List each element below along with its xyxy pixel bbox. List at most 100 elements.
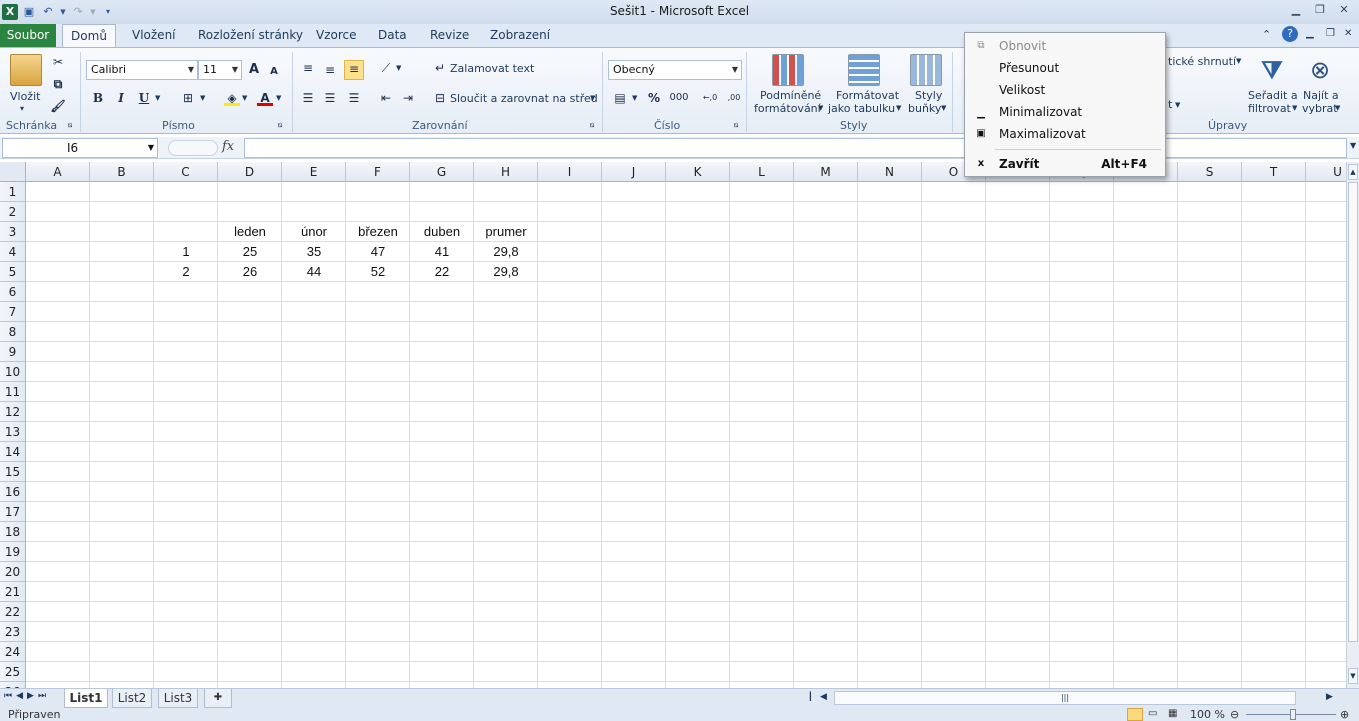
number-format-select[interactable]: Obecný ▼ bbox=[608, 60, 742, 80]
borders-dropdown-icon[interactable]: ▼ bbox=[200, 94, 205, 102]
column-header-n[interactable]: N bbox=[858, 162, 922, 182]
conditional-formatting-dropdown-icon[interactable]: ▼ bbox=[818, 104, 823, 112]
number-launcher-icon[interactable]: ⧅ bbox=[734, 121, 738, 130]
row-header-13[interactable]: 13 bbox=[0, 422, 26, 442]
font-color-dropdown-icon[interactable]: ▼ bbox=[276, 94, 281, 102]
column-header-a[interactable]: A bbox=[26, 162, 90, 182]
column-header-h[interactable]: H bbox=[474, 162, 538, 182]
page-break-view-icon[interactable]: ▦ bbox=[1168, 708, 1177, 719]
column-header-u[interactable]: U bbox=[1306, 162, 1346, 182]
paste-icon[interactable] bbox=[10, 54, 42, 86]
vertical-scrollbar[interactable]: ▲ ▼ bbox=[1346, 162, 1359, 688]
cell-h4[interactable]: 29,8 bbox=[474, 242, 538, 262]
zoom-in-icon[interactable]: ⊕ bbox=[1340, 708, 1349, 721]
cell-f4[interactable]: 47 bbox=[346, 242, 410, 262]
bold-button[interactable]: B bbox=[90, 90, 106, 106]
close-window-button[interactable]: ✕ bbox=[1333, 1, 1355, 19]
tab-home[interactable]: Domů bbox=[62, 24, 116, 48]
currency-dropdown-icon[interactable]: ▼ bbox=[632, 94, 637, 102]
scroll-up-icon[interactable]: ▲ bbox=[1348, 164, 1358, 180]
align-center-icon[interactable]: ☰ bbox=[322, 90, 338, 106]
menu-item-maximize[interactable]: ▣ Maximalizovat bbox=[965, 123, 1165, 145]
cell-g4[interactable]: 41 bbox=[410, 242, 474, 262]
row-header-19[interactable]: 19 bbox=[0, 542, 26, 562]
align-top-icon[interactable]: ≡ bbox=[300, 60, 316, 76]
row-header-8[interactable]: 8 bbox=[0, 322, 26, 342]
find-select-icon[interactable]: ⊗ bbox=[1304, 54, 1336, 86]
cut-icon[interactable]: ✂ bbox=[50, 54, 66, 70]
underline-dropdown-icon[interactable]: ▼ bbox=[155, 94, 160, 102]
column-header-f[interactable]: F bbox=[346, 162, 410, 182]
column-header-i[interactable]: I bbox=[538, 162, 602, 182]
tab-view[interactable]: Zobrazení bbox=[490, 28, 550, 42]
cell-d5[interactable]: 26 bbox=[218, 262, 282, 282]
zoom-slider-thumb[interactable] bbox=[1290, 709, 1296, 720]
thousands-button[interactable]: 000 bbox=[668, 90, 690, 106]
orientation-icon[interactable]: ⟋ bbox=[378, 60, 394, 76]
cell-e4[interactable]: 35 bbox=[282, 242, 346, 262]
borders-icon[interactable]: ⊞ bbox=[180, 90, 196, 106]
merge-center-icon[interactable]: ⊟ bbox=[432, 90, 448, 106]
scroll-left-icon[interactable]: ◀ bbox=[820, 692, 827, 702]
cell-g5[interactable]: 22 bbox=[410, 262, 474, 282]
clear-dropdown-icon[interactable]: ▼ bbox=[1175, 101, 1180, 109]
shrink-font-icon[interactable]: A bbox=[266, 64, 282, 80]
font-launcher-icon[interactable]: ⧅ bbox=[278, 121, 282, 130]
formula-bar-grip[interactable] bbox=[168, 140, 218, 156]
wrap-text-icon[interactable]: ↵ bbox=[432, 60, 448, 76]
row-header-22[interactable]: 22 bbox=[0, 602, 26, 622]
menu-item-restore[interactable]: ⧉ Obnovit bbox=[965, 35, 1165, 57]
format-as-table-icon[interactable] bbox=[848, 54, 880, 86]
name-box-dropdown-icon[interactable]: ▼ bbox=[148, 139, 154, 157]
row-header-3[interactable]: 3 bbox=[0, 222, 26, 242]
paste-dropdown-icon[interactable]: ▾ bbox=[20, 104, 24, 113]
row-header-16[interactable]: 16 bbox=[0, 482, 26, 502]
column-header-s[interactable]: S bbox=[1178, 162, 1242, 182]
scroll-down-icon[interactable]: ▼ bbox=[1348, 668, 1358, 684]
name-box[interactable]: I6 ▼ bbox=[2, 138, 158, 158]
font-name-select[interactable]: Calibri ▼ bbox=[86, 60, 198, 80]
cell-styles-label-1[interactable]: Styly bbox=[915, 89, 942, 102]
sheet-tab-list1[interactable]: List1 bbox=[64, 689, 108, 708]
row-header-7[interactable]: 7 bbox=[0, 302, 26, 322]
autosum-button[interactable]: tické shrnutí bbox=[1168, 55, 1236, 68]
row-header-15[interactable]: 15 bbox=[0, 462, 26, 482]
vertical-scroll-thumb[interactable] bbox=[1348, 182, 1358, 642]
fill-color-icon[interactable]: ◈ bbox=[224, 90, 240, 106]
italic-button[interactable]: I bbox=[113, 90, 129, 106]
align-right-icon[interactable]: ☰ bbox=[346, 90, 362, 106]
row-header-12[interactable]: 12 bbox=[0, 402, 26, 422]
scroll-right-icon[interactable]: ▶ bbox=[1326, 692, 1333, 702]
decrease-decimal-button[interactable]: ,00 bbox=[724, 90, 744, 106]
normal-view-icon[interactable] bbox=[1127, 708, 1143, 721]
decrease-indent-icon[interactable]: ⇤ bbox=[378, 90, 394, 106]
formula-input[interactable] bbox=[244, 138, 1347, 158]
tab-formulas[interactable]: Vzorce bbox=[316, 28, 357, 42]
horizontal-scroll-thumb[interactable]: ||| bbox=[834, 691, 1296, 705]
restore-window-button[interactable]: ❐ bbox=[1309, 1, 1331, 19]
format-as-table-label-1[interactable]: Formátovat bbox=[836, 89, 899, 102]
row-header-4[interactable]: 4 bbox=[0, 242, 26, 262]
merge-dropdown-icon[interactable]: ▼ bbox=[590, 94, 595, 102]
sheet-tab-list3[interactable]: List3 bbox=[158, 689, 198, 708]
sort-filter-dropdown-icon[interactable]: ▼ bbox=[1292, 104, 1297, 112]
workbook-close-icon[interactable]: ✕ bbox=[1344, 28, 1352, 39]
row-header-1[interactable]: 1 bbox=[0, 182, 26, 202]
workbook-restore-icon[interactable]: ❐ bbox=[1326, 28, 1335, 39]
page-layout-view-icon[interactable]: ▭ bbox=[1148, 708, 1157, 719]
grow-font-icon[interactable]: A bbox=[246, 62, 262, 78]
row-header-20[interactable]: 20 bbox=[0, 562, 26, 582]
increase-indent-icon[interactable]: ⇥ bbox=[400, 90, 416, 106]
workbook-minimize-icon[interactable]: ▁ bbox=[1306, 28, 1314, 39]
conditional-formatting-label-1[interactable]: Podmíněné bbox=[760, 89, 821, 102]
column-header-g[interactable]: G bbox=[410, 162, 474, 182]
row-header-5[interactable]: 5 bbox=[0, 262, 26, 282]
column-header-k[interactable]: K bbox=[666, 162, 730, 182]
underline-button[interactable]: U bbox=[136, 90, 152, 106]
insert-function-icon[interactable]: fx bbox=[222, 139, 234, 154]
zoom-out-icon[interactable]: ⊖ bbox=[1230, 708, 1239, 721]
align-left-icon[interactable]: ☰ bbox=[300, 90, 316, 106]
row-header-9[interactable]: 9 bbox=[0, 342, 26, 362]
cell-f3[interactable]: březen bbox=[346, 222, 410, 242]
conditional-formatting-label-2[interactable]: formátování bbox=[754, 102, 821, 115]
